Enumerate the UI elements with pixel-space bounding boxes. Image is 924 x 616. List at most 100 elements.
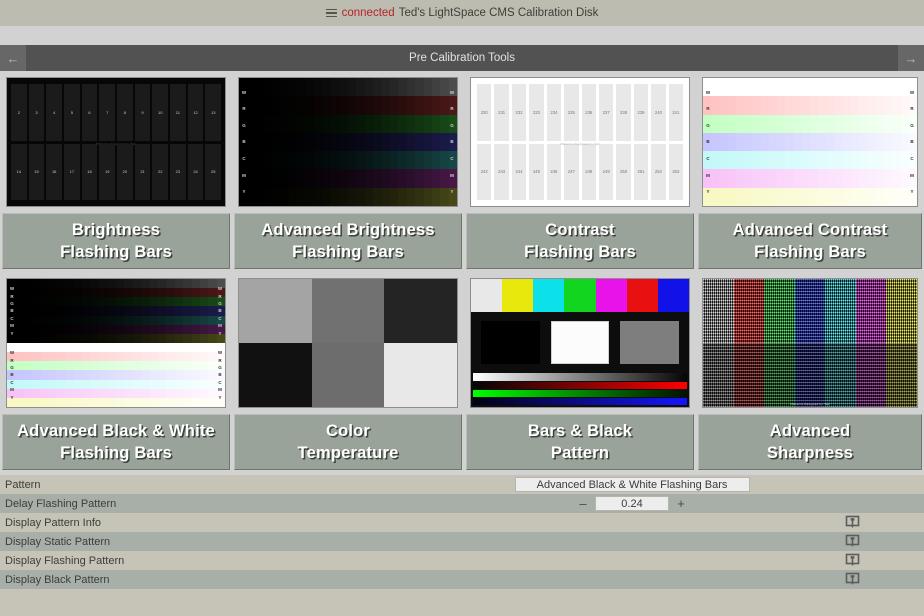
- channel-segment: [116, 333, 125, 343]
- gradient-strips: [471, 372, 689, 407]
- gradient-column: [124, 343, 133, 407]
- channel-segment: [272, 114, 281, 133]
- channel-labels: WRGBCMY: [8, 285, 16, 337]
- channel-label: G: [10, 301, 14, 307]
- channel-segment: [322, 78, 332, 97]
- channel-label: R: [218, 357, 222, 363]
- channel-segment: [199, 397, 209, 407]
- channel-segment: [431, 114, 441, 133]
- tile-advanced-contrast-flashing-bars[interactable]: W R G B C M Y W R G B C M Y Advanced Contrast Flashin…: [696, 73, 924, 274]
- row-pattern[interactable]: Pattern Advanced Black & White Flashing …: [0, 475, 924, 494]
- row-display-static-pattern[interactable]: Display Static Pattern: [0, 532, 924, 551]
- gradient-column: [149, 279, 159, 343]
- gradient-column: [373, 78, 382, 206]
- thumbnail-advanced-brightness-flashing-bars[interactable]: W R G B C M Y W R G B C M Y: [238, 77, 458, 207]
- gradient-column: [867, 78, 876, 206]
- tile-brightness-flashing-bars[interactable]: 2 3 4 5 6 7 8 9 10 11 12 13 Patterns Designed by Ted…: [0, 73, 232, 274]
- tile-label-button[interactable]: Advanced Brightness Flashing Bars: [234, 213, 462, 269]
- channel-segment: [727, 78, 736, 97]
- tile-color-temperature[interactable]: Color Temperature: [232, 274, 464, 475]
- stepper-decrement-button[interactable]: –: [578, 496, 588, 511]
- tile-label-button[interactable]: Advanced Sharpness: [698, 414, 922, 470]
- thumbnail-advanced-black-white-flashing-bars[interactable]: WRGBCMYWRGBCMYWRGBCMYWRGBCMY: [6, 278, 226, 408]
- nav-back-button[interactable]: ←: [0, 45, 26, 71]
- tile-advanced-black-white-flashing-bars[interactable]: WRGBCMYWRGBCMYWRGBCMYWRGBCMY Advanced Bl…: [0, 274, 232, 475]
- thumbnail-brightness-flashing-bars[interactable]: 2 3 4 5 6 7 8 9 10 11 12 13 Patterns Designed by Ted…: [6, 77, 226, 207]
- channel-segment: [793, 78, 802, 97]
- gradient-column: [74, 279, 83, 343]
- channel-segment: [124, 397, 133, 407]
- row-delay-flashing-pattern[interactable]: Delay Flashing Pattern – 0.24 +: [0, 494, 924, 513]
- delay-value-input[interactable]: 0.24: [595, 496, 669, 511]
- monitor-icon[interactable]: [845, 572, 860, 590]
- gradient-column: [768, 78, 778, 206]
- monitor-icon[interactable]: [845, 534, 860, 552]
- channel-labels: WRGBCMY: [216, 349, 224, 401]
- nav-forward-button[interactable]: →: [898, 45, 924, 71]
- pattern-bar: 250: [616, 143, 631, 200]
- channel-segment: [141, 333, 150, 343]
- thumbnail-contrast-flashing-bars[interactable]: 230 231 232 233 234 235 236 237 238 239 240 241 Patt…: [470, 77, 690, 207]
- tile-bars-black-pattern[interactable]: Bars & Black Pattern: [464, 274, 696, 475]
- channel-segment: [174, 306, 184, 316]
- channel-segment: [65, 315, 75, 325]
- gradient-column: [884, 78, 893, 206]
- thumbnail-color-temperature[interactable]: [238, 278, 458, 408]
- channel-segment: [116, 370, 125, 380]
- sharpness-band: [886, 279, 917, 343]
- pattern-bar: 9: [134, 84, 151, 141]
- channel-segment: [82, 306, 91, 316]
- tile-advanced-brightness-flashing-bars[interactable]: W R G B C M Y W R G B C M Y Advanced Brightness Flash…: [232, 73, 464, 274]
- monitor-icon[interactable]: [845, 515, 860, 533]
- credit-text: Patterns Designed by Ted: [790, 402, 830, 406]
- gradient-column: [90, 343, 100, 407]
- tile-label-button[interactable]: Advanced Black & White Flashing Bars: [2, 414, 230, 470]
- channel-segment: [752, 78, 761, 97]
- channel-segment: [356, 114, 365, 133]
- channel-segment: [183, 333, 192, 343]
- channel-segment: [65, 352, 75, 362]
- channel-segment: [255, 96, 265, 115]
- monitor-icon[interactable]: [845, 553, 860, 571]
- thumbnail-bars-black-pattern[interactable]: [470, 278, 690, 408]
- channel-segment: [752, 114, 761, 133]
- tile-label-button[interactable]: Bars & Black Pattern: [466, 414, 694, 470]
- stepper-increment-button[interactable]: +: [676, 496, 686, 511]
- thumbnail-advanced-contrast-flashing-bars[interactable]: W R G B C M Y W R G B C M Y: [702, 77, 918, 207]
- thumbnail-advanced-sharpness[interactable]: Patterns Designed by Ted: [702, 278, 918, 408]
- channel-segment: [777, 96, 786, 115]
- channel-segment: [90, 370, 100, 380]
- gradient-column: [826, 78, 835, 206]
- tile-label-button[interactable]: Brightness Flashing Bars: [2, 213, 230, 269]
- sharpness-band: [703, 343, 734, 407]
- connection-status: connected: [341, 7, 395, 19]
- tile-row-1: 2 3 4 5 6 7 8 9 10 11 12 13 Patterns Designed by Ted…: [0, 73, 924, 274]
- tile-label-button[interactable]: Color Temperature: [234, 414, 462, 470]
- tile-advanced-sharpness[interactable]: Patterns Designed by Ted Advanced Sharpn…: [696, 274, 924, 475]
- channel-segment: [32, 288, 41, 298]
- channel-segment: [141, 324, 150, 334]
- channel-segment: [116, 297, 125, 307]
- tile-label-button[interactable]: Contrast Flashing Bars: [466, 213, 694, 269]
- hamburger-menu-icon[interactable]: [325, 8, 337, 18]
- pattern-select[interactable]: Advanced Black & White Flashing Bars: [514, 477, 750, 492]
- channel-segment: [199, 361, 209, 371]
- channel-segment: [199, 379, 209, 389]
- tile-contrast-flashing-bars[interactable]: 230 231 232 233 234 235 236 237 238 239 240 241 Patt…: [464, 73, 696, 274]
- channel-segment: [32, 324, 41, 334]
- channel-segment: [132, 388, 142, 398]
- gradient-column: [158, 279, 167, 343]
- row-display-black-pattern[interactable]: Display Black Pattern: [0, 570, 924, 589]
- channel-segment: [785, 114, 794, 133]
- channel-segment: [760, 96, 769, 115]
- tile-label-button[interactable]: Advanced Contrast Flashing Bars: [698, 213, 922, 269]
- channel-segment: [183, 315, 192, 325]
- channel-segment: [116, 315, 125, 325]
- channel-segment: [255, 187, 265, 206]
- channel-segment: [99, 279, 108, 289]
- row-display-flashing-pattern[interactable]: Display Flashing Pattern: [0, 551, 924, 570]
- row-display-pattern-info[interactable]: Display Pattern Info: [0, 513, 924, 532]
- channel-segment: [141, 352, 150, 362]
- channel-segment: [199, 297, 209, 307]
- thumb-wrapper: [234, 274, 462, 411]
